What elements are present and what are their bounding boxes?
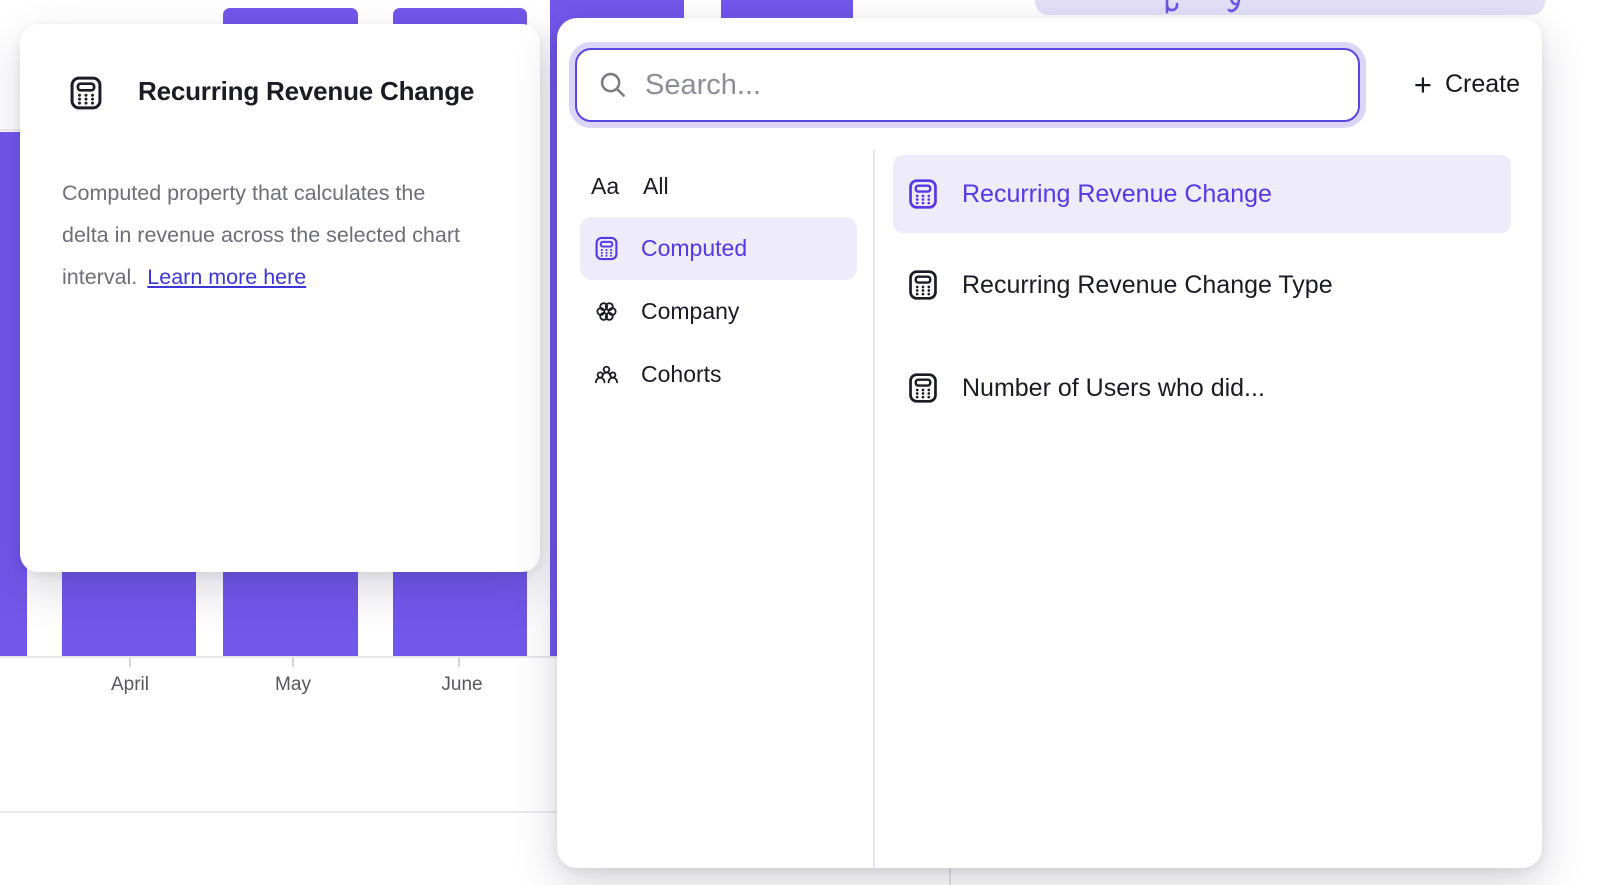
category-label-all: All [643,173,669,200]
section-divider-line [0,811,557,813]
category-label-computed: Computed [641,235,747,262]
category-item-company[interactable]: Company [580,280,857,343]
people-icon [593,361,620,388]
calculator-icon [906,268,940,302]
cluster-icon [593,298,620,325]
gridline-fragment [0,129,20,131]
description-line-2: delta in revenue across the selected cha… [62,214,512,256]
result-item-number-of-users[interactable]: Number of Users who did... [893,349,1511,427]
category-item-cohorts[interactable]: Cohorts [580,343,857,406]
result-label: Recurring Revenue Change [962,180,1272,209]
property-picker-panel: + Create Aa All Computed Company Cohorts… [557,18,1542,868]
description-line-3: interval. Learn more here [62,256,512,298]
result-item-recurring-revenue-change[interactable]: Recurring Revenue Change [893,155,1511,233]
description-line-3-text: interval. [62,265,137,289]
description-line-1: Computed property that calculates the [62,172,512,214]
category-label-company: Company [641,298,739,325]
calculator-icon [906,371,940,405]
tooltip-title: Recurring Revenue Change [138,76,474,107]
search-input-wrapper[interactable] [575,48,1360,122]
axis-tick-june [458,658,460,667]
partial-chip [1035,0,1545,15]
calculator-icon [67,74,105,112]
plus-icon: + [1414,69,1432,100]
category-label-cohorts: Cohorts [641,361,722,388]
learn-more-link[interactable]: Learn more here [147,265,306,289]
search-icon [597,69,629,101]
result-item-recurring-revenue-change-type[interactable]: Recurring Revenue Change Type [893,246,1511,324]
calculator-icon [906,177,940,211]
axis-tick-april [129,658,131,667]
tooltip-description: Computed property that calculates the de… [62,172,512,298]
category-item-computed[interactable]: Computed [580,217,857,280]
search-input[interactable] [643,68,1358,103]
month-label-june: June [392,674,532,696]
create-button-label: Create [1445,70,1520,99]
tooltip-card: Recurring Revenue Change Computed proper… [20,24,540,572]
panel-divider [873,150,875,868]
month-label-april: April [60,674,200,696]
category-item-all[interactable]: Aa All [580,155,857,218]
result-label: Recurring Revenue Change Type [962,271,1333,300]
text-aa-icon: Aa [591,173,622,200]
create-button[interactable]: + Create [1406,62,1528,106]
month-label-may: May [223,674,363,696]
result-label: Number of Users who did... [962,374,1265,403]
calculator-icon [593,235,620,262]
page: { "colors": { "accent_purple": "#5638E6"… [0,0,1600,885]
x-axis-line [0,656,557,658]
background-vertical-line [949,866,951,885]
axis-tick-may [292,658,294,667]
chip-text-fragment [1161,0,1251,15]
